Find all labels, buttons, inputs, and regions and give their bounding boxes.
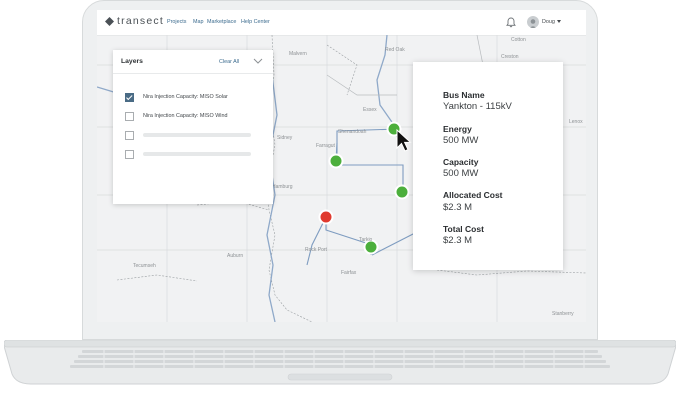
layer-checkbox-miso-solar[interactable]: [125, 93, 134, 102]
town-label: Farragut: [316, 143, 335, 149]
trackpad: [287, 373, 393, 381]
clear-all-button[interactable]: Clear All: [219, 59, 239, 65]
nav-marketplace[interactable]: Marketplace: [207, 19, 236, 25]
town-label: Tecumseh: [133, 263, 156, 269]
app-bar: transect Projects Map Marketplace Help C…: [97, 10, 586, 36]
capacity-value: 500 MW: [443, 168, 479, 179]
town-label: Red Oak: [385, 47, 405, 53]
town-label: Tarkio: [359, 237, 373, 243]
layer-checkbox[interactable]: [125, 131, 134, 140]
chevron-down-icon[interactable]: [557, 20, 561, 23]
avatar[interactable]: [527, 16, 539, 28]
transect-logo-icon: [105, 17, 114, 26]
layer-placeholder: [143, 152, 251, 156]
laptop-screen: transect Projects Map Marketplace Help C…: [97, 10, 586, 322]
layers-panel: Layers Clear All Nira Injection Capacity…: [113, 50, 273, 204]
capacity-label: Capacity: [443, 157, 479, 167]
town-label: Auburn: [227, 253, 244, 259]
total-cost-value: $2.3 M: [443, 235, 473, 246]
town-label: Malvern: [289, 51, 307, 57]
bus-node[interactable]: [394, 184, 410, 200]
nav-map[interactable]: Map: [193, 19, 204, 25]
brand-name: transect: [117, 15, 164, 27]
energy-value: 500 MW: [443, 135, 479, 146]
layer-checkbox[interactable]: [125, 150, 134, 159]
user-avatar-icon: [529, 19, 537, 28]
layer-label-miso-solar: Nira Injection Capacity: MISO Solar: [143, 94, 228, 100]
nav-help-center[interactable]: Help Center: [241, 19, 270, 25]
layer-label-miso-wind: Nira Injection Capacity: MISO Wind: [143, 113, 228, 119]
divider: [113, 73, 273, 74]
bell-icon[interactable]: [506, 17, 516, 28]
town-label: Fairfax: [341, 270, 357, 276]
nav-projects[interactable]: Projects: [167, 19, 186, 25]
bus-name-label: Bus Name: [443, 90, 485, 100]
bus-node-alert[interactable]: [318, 209, 334, 225]
collapse-chevron-icon[interactable]: [251, 56, 265, 66]
town-label: Lenox: [569, 119, 583, 125]
layers-title: Layers: [121, 58, 143, 65]
user-name[interactable]: Doug: [542, 19, 555, 25]
town-label: Rock Port: [305, 247, 327, 253]
bus-info-card: Bus Name Yankton - 115kV Energy 500 MW C…: [413, 62, 563, 270]
mouse-cursor-icon: [396, 128, 412, 152]
town-label: Cotton: [511, 37, 526, 43]
town-label: Creston: [501, 54, 519, 60]
town-label: Essex: [363, 107, 377, 113]
energy-label: Energy: [443, 124, 472, 134]
allocated-cost-value: $2.3 M: [443, 202, 473, 213]
town-label: Sidney: [277, 135, 293, 141]
bus-node[interactable]: [328, 153, 344, 169]
town-label: Stanberry: [552, 311, 574, 317]
bus-name-value: Yankton - 115kV: [443, 101, 512, 112]
laptop-base: [4, 340, 676, 385]
town-label: Hamburg: [272, 184, 293, 190]
allocated-cost-label: Allocated Cost: [443, 190, 503, 200]
total-cost-label: Total Cost: [443, 224, 484, 234]
layer-placeholder: [143, 133, 251, 137]
town-label: Shenandoah: [338, 129, 367, 135]
layer-checkbox-miso-wind[interactable]: [125, 112, 134, 121]
